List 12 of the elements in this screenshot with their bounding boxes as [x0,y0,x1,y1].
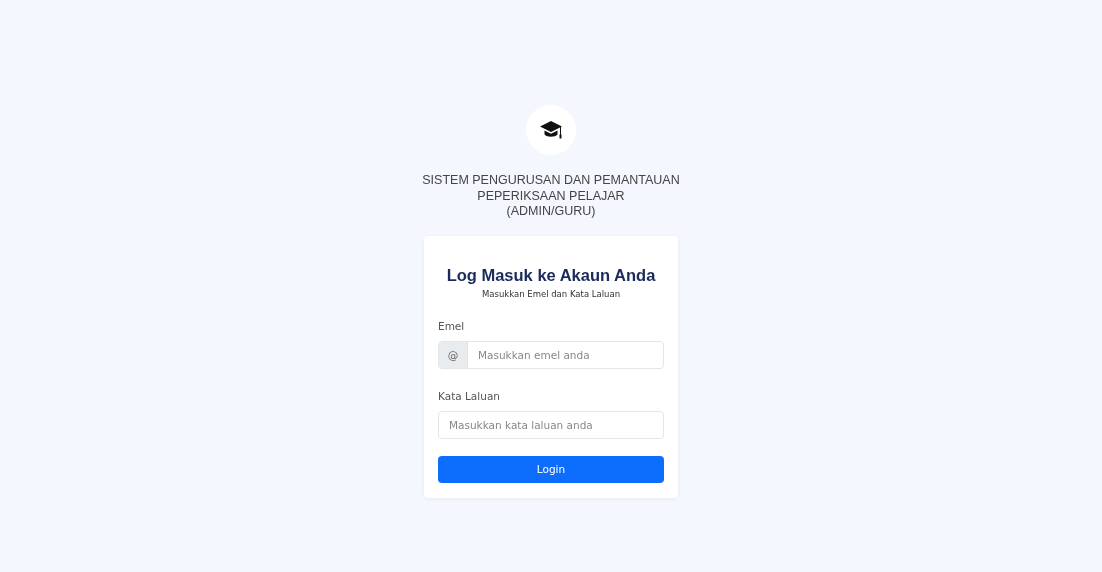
system-title: PEPERIKSAAN PELAJAR [477,188,625,204]
graduation-cap-icon [539,118,563,142]
system-title: (ADMIN/GURU) [506,204,596,220]
field-label: Kata Laluan [438,389,500,402]
email-field[interactable]: @ Masukkan emel anda [438,340,664,369]
login-button[interactable]: Login [438,455,664,483]
password-field[interactable]: Masukkan kata laluan anda [438,410,664,439]
system-title: SISTEM PENGURUSAN DAN PEMANTAUAN [422,173,680,189]
field-label: Emel [438,319,465,332]
at-prefix: @ [439,341,468,368]
card-title: Log Masuk ke Akaun Anda [446,265,656,285]
card-subtitle: Masukkan Emel dan Kata Laluan [481,288,621,299]
